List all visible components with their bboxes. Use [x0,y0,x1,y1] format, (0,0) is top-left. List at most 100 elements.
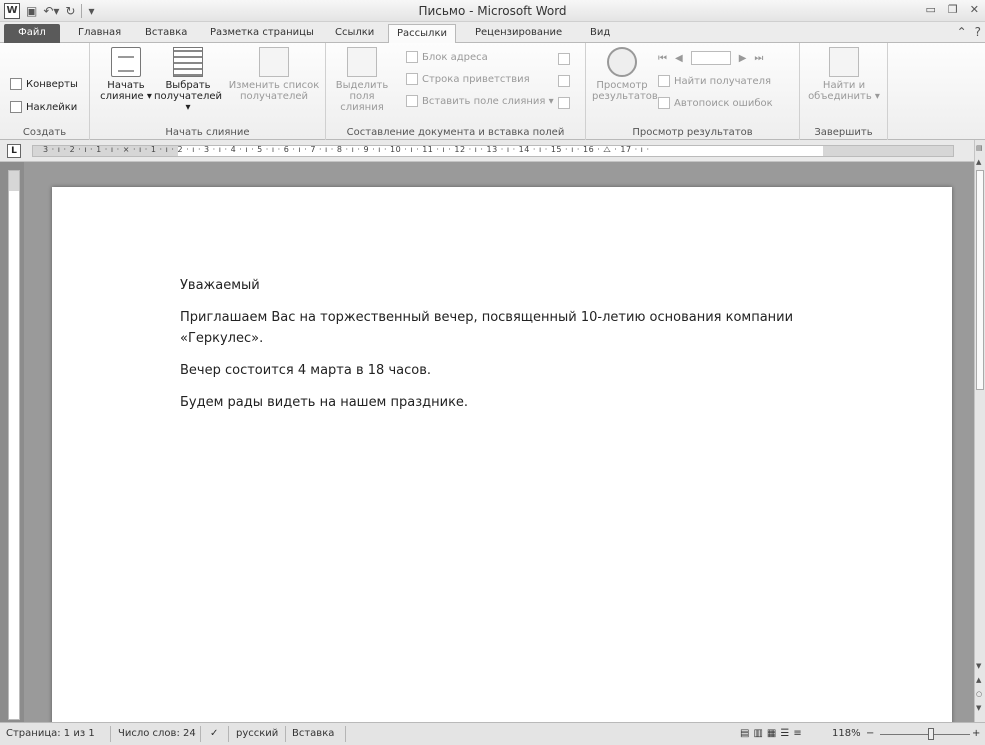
scroll-thumb[interactable] [976,170,984,390]
web-layout-icon[interactable]: ▦ [767,728,780,739]
ribbon-help-area: ⌃ ? [957,25,981,39]
status-language[interactable]: русский [236,728,278,739]
highlight-label-1: Выделить [335,80,389,91]
greeting-line-button[interactable]: Строка приветствия [406,73,530,85]
auto-check-label: Автопоиск ошибок [674,97,773,109]
tab-page-layout[interactable]: Разметка страницы [210,25,314,43]
paragraph-date[interactable]: Вечер состоится 4 марта в 18 часов. [180,360,840,381]
status-divider [345,726,346,742]
collapse-ribbon-icon[interactable]: ⌃ [957,25,967,39]
status-word-count[interactable]: Число слов: 24 [118,728,196,739]
edit-list-label-2: получателей [239,91,309,102]
start-merge-label-2: слияние ▾ [100,91,152,102]
preview-results-icon [607,47,637,77]
finish-merge-button[interactable]: Найти и объединить ▾ [806,47,882,102]
tab-home[interactable]: Главная [78,25,121,43]
print-layout-icon[interactable]: ▤ [740,728,753,739]
vruler-top-margin [9,171,19,191]
paragraph-greeting[interactable]: Уважаемый [180,275,840,296]
finish-label-2: объединить ▾ [808,91,880,102]
ruler-right-margin [823,146,953,156]
select-recipients-label-1: Выбрать [165,80,211,91]
document-body[interactable]: Уважаемый Приглашаем Вас на торжественны… [180,275,840,424]
select-recipients-icon [173,47,203,77]
previous-page-icon[interactable]: ▲ [976,676,981,684]
edit-list-label-1: Изменить список [228,80,320,91]
document-page[interactable]: Уважаемый Приглашаем Вас на торжественны… [52,187,952,745]
horizontal-ruler[interactable]: 3 · ı · 2 · ı · 1 · ı · ⨯ · ı · 1 · ı · … [32,145,954,157]
edit-recipient-list-button[interactable]: Изменить список получателей [228,47,320,102]
zoom-level[interactable]: 118% [832,728,861,739]
tab-file[interactable]: Файл [4,24,60,43]
insert-merge-field-button[interactable]: Вставить поле слияния ▾ [406,95,554,107]
full-screen-reading-icon[interactable]: ▥ [753,728,766,739]
first-record-icon[interactable]: ⏮ [658,53,667,64]
edit-list-icon [259,47,289,77]
next-page-icon[interactable]: ▼ [976,704,981,712]
previous-record-icon[interactable]: ◀ [675,53,683,64]
scroll-up-icon[interactable]: ▲ [976,158,981,166]
status-bar: Страница: 1 из 1 Число слов: 24 ✓ русски… [0,722,985,745]
labels-icon [10,101,22,113]
finish-label-1: Найти и [822,80,866,91]
zoom-in-button[interactable]: + [972,728,980,739]
restore-icon[interactable]: ❐ [948,3,958,16]
window-title: Письмо - Microsoft Word [418,4,567,18]
ruler-toggle-icon[interactable]: ▤ [976,144,983,152]
preview-results-button[interactable]: Просмотр результатов [592,47,658,102]
tab-selector-button[interactable]: L [7,144,21,158]
status-divider [110,726,111,742]
group-preview-label: Просмотр результатов [632,127,753,138]
status-page[interactable]: Страница: 1 из 1 [6,728,95,739]
last-record-icon[interactable]: ⏭ [754,53,763,64]
find-recipient-label: Найти получателя [674,75,772,87]
highlight-merge-fields-button[interactable]: Выделить поля слияния [330,47,394,113]
next-record-icon[interactable]: ▶ [739,53,747,64]
rules-icon[interactable] [558,53,570,65]
update-labels-icon[interactable] [558,97,570,109]
outline-icon[interactable]: ☰ [780,728,793,739]
address-block-label: Блок адреса [422,51,488,63]
address-block-icon [406,51,418,63]
browse-object-icon[interactable]: ○ [976,690,982,698]
tab-view[interactable]: Вид [590,25,610,43]
ruler-bar: L 3 · ı · 2 · ı · 1 · ı · ⨯ · ı · 1 · ı … [0,140,985,162]
tab-mailings[interactable]: Рассылки [388,24,456,44]
record-number-input[interactable] [690,51,731,65]
preview-label-2: результатов [592,91,658,102]
close-icon[interactable]: ✕ [970,3,979,16]
auto-check-errors-button[interactable]: Автопоиск ошибок [658,97,773,109]
paragraph-invitation[interactable]: Приглашаем Вас на торжественный вечер, п… [180,307,840,349]
envelopes-button[interactable]: Конверты [10,78,78,90]
address-block-button[interactable]: Блок адреса [406,51,488,63]
match-fields-icon[interactable] [558,75,570,87]
group-start-merge-label: Начать слияние [165,127,250,138]
labels-button[interactable]: Наклейки [10,101,77,113]
zoom-slider-thumb[interactable] [928,728,934,740]
scroll-down-icon[interactable]: ▼ [976,662,981,670]
proofing-icon[interactable]: ✓ [210,728,218,739]
group-create: Конверты Наклейки Создать [0,43,90,140]
group-finish: Найти и объединить ▾ Завершить [800,43,888,140]
tab-review[interactable]: Рецензирование [475,25,562,43]
find-recipient-button[interactable]: Найти получателя [658,75,771,87]
help-icon[interactable]: ? [975,25,981,39]
auto-check-icon [658,97,670,109]
zoom-out-button[interactable]: − [866,728,874,739]
start-merge-button[interactable]: Начать слияние ▾ [96,47,156,102]
group-create-label: Создать [22,127,67,138]
tab-insert[interactable]: Вставка [145,25,187,43]
highlight-label-2: поля слияния [340,91,384,113]
tab-references[interactable]: Ссылки [335,25,374,43]
envelope-icon [10,78,22,90]
zoom-slider[interactable] [880,734,970,735]
select-recipients-button[interactable]: Выбрать получателей ▾ [152,47,224,113]
preview-label-1: Просмотр [596,80,648,91]
minimize-ribbon-icon[interactable]: ▭ [926,3,936,16]
vertical-scrollbar[interactable]: ▤ ▲ ▼ ▲ ○ ▼ [974,140,985,722]
vertical-ruler[interactable] [8,170,20,720]
status-insert-mode[interactable]: Вставка [292,728,334,739]
draft-icon[interactable]: ≡ [793,728,805,739]
paragraph-closing[interactable]: Будем рады видеть на нашем празднике. [180,392,840,413]
group-preview: Просмотр результатов ⏮ ◀ ▶ ⏭ Найти получ… [586,43,800,140]
